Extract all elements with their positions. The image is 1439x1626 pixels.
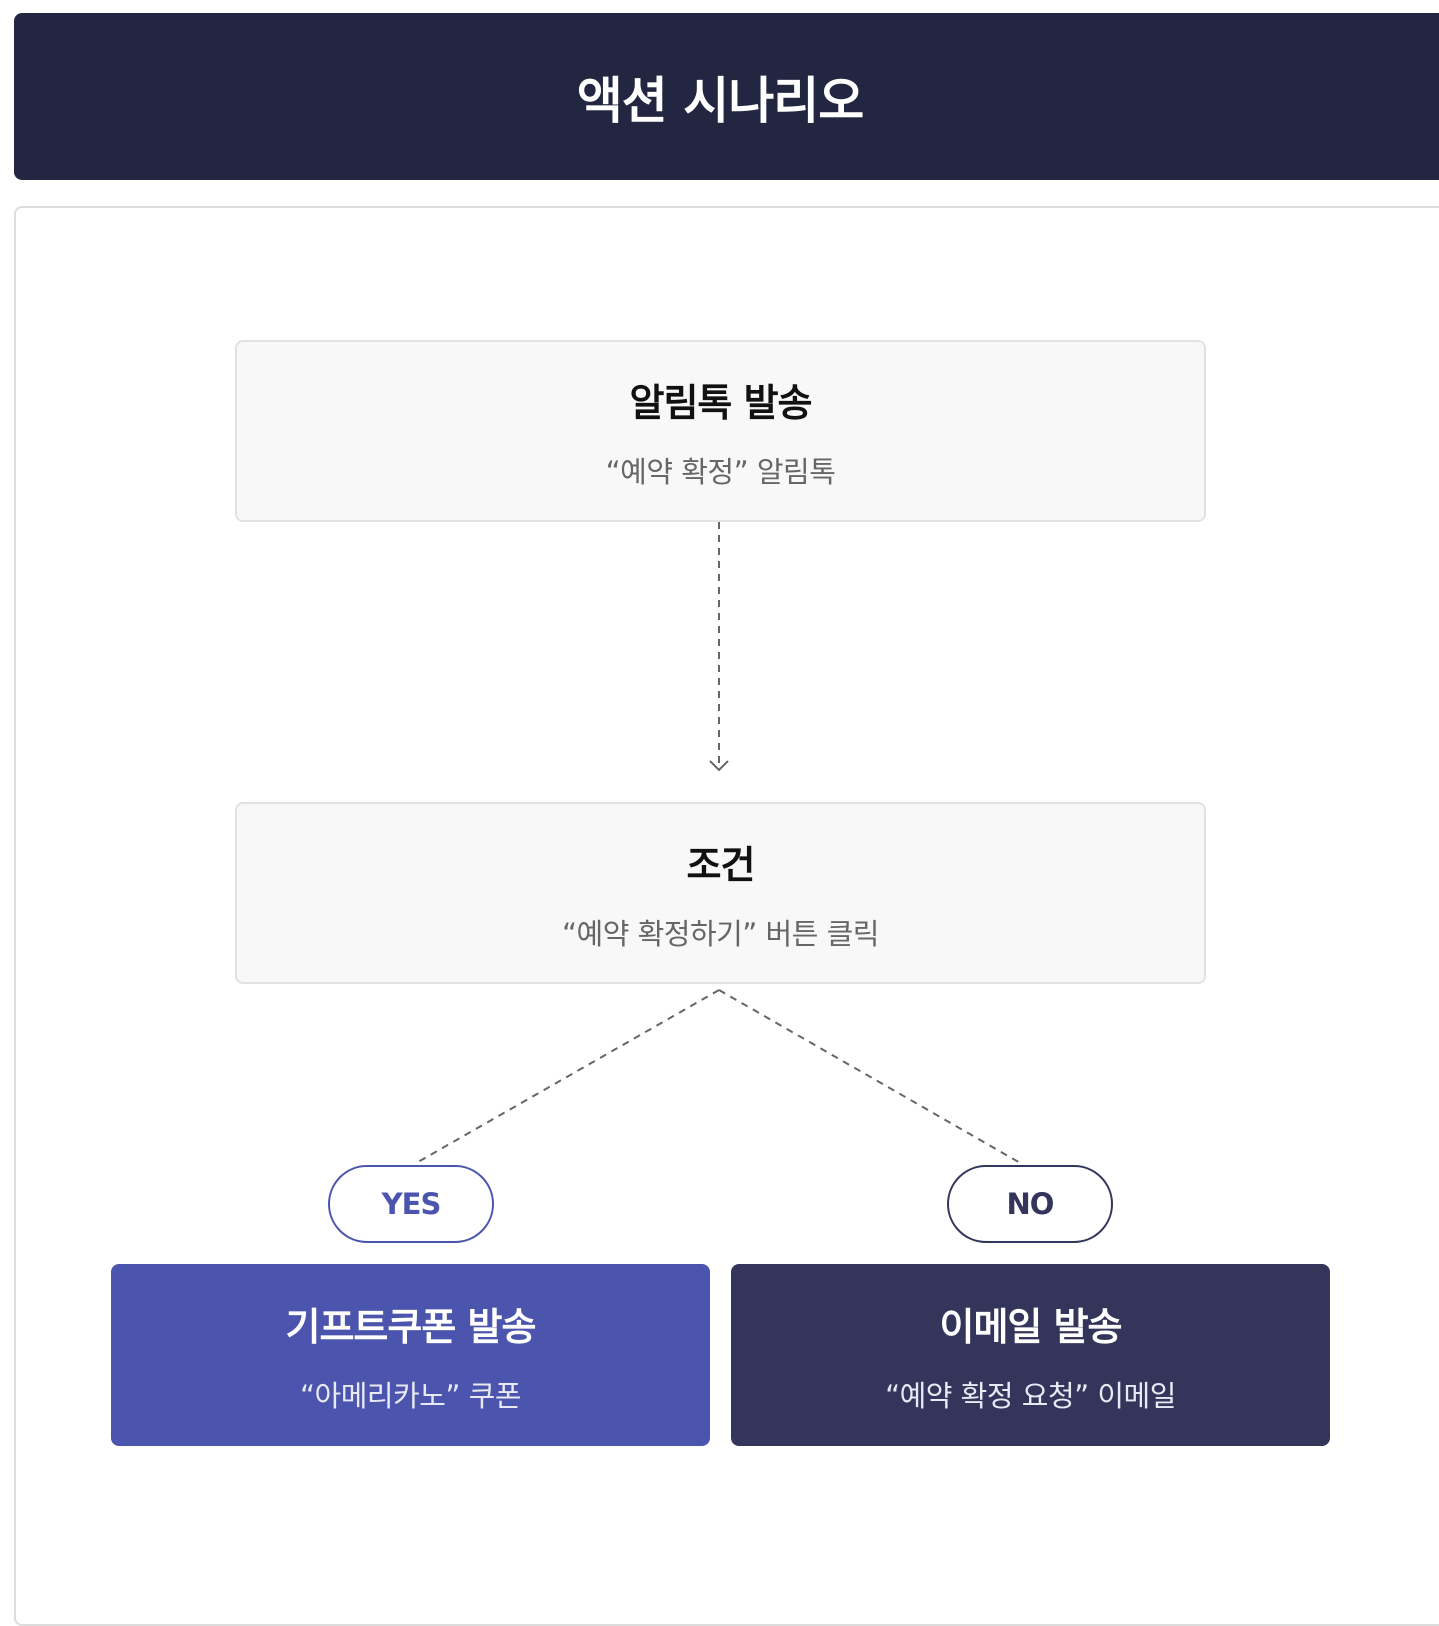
step-condition-title: 조건 bbox=[686, 842, 756, 887]
step-send-email-subtitle: “예약 확정 요청” 이메일 bbox=[885, 1378, 1176, 1413]
step-send-email: 이메일 발송 “예약 확정 요청” 이메일 bbox=[731, 1264, 1330, 1446]
step-condition-subtitle: “예약 확정하기” 버튼 클릭 bbox=[561, 916, 880, 951]
page-title: 액션 시나리오 bbox=[576, 71, 864, 130]
step-condition: 조건 “예약 확정하기” 버튼 클릭 bbox=[235, 802, 1206, 984]
step-send-gift-coupon: 기프트쿠폰 발송 “아메리카노” 쿠폰 bbox=[111, 1264, 710, 1446]
page-header: 액션 시나리오 bbox=[14, 13, 1439, 180]
no-branch-label: NO bbox=[947, 1165, 1113, 1243]
yes-branch-label: YES bbox=[328, 1165, 494, 1243]
step-send-alimtalk-subtitle: “예약 확정” 알림톡 bbox=[605, 454, 836, 489]
step-send-gift-coupon-subtitle: “아메리카노” 쿠폰 bbox=[299, 1378, 522, 1413]
step-send-email-title: 이메일 발송 bbox=[939, 1304, 1122, 1349]
step-send-gift-coupon-title: 기프트쿠폰 발송 bbox=[285, 1304, 537, 1349]
step-send-alimtalk: 알림톡 발송 “예약 확정” 알림톡 bbox=[235, 340, 1206, 522]
step-send-alimtalk-title: 알림톡 발송 bbox=[629, 380, 812, 425]
